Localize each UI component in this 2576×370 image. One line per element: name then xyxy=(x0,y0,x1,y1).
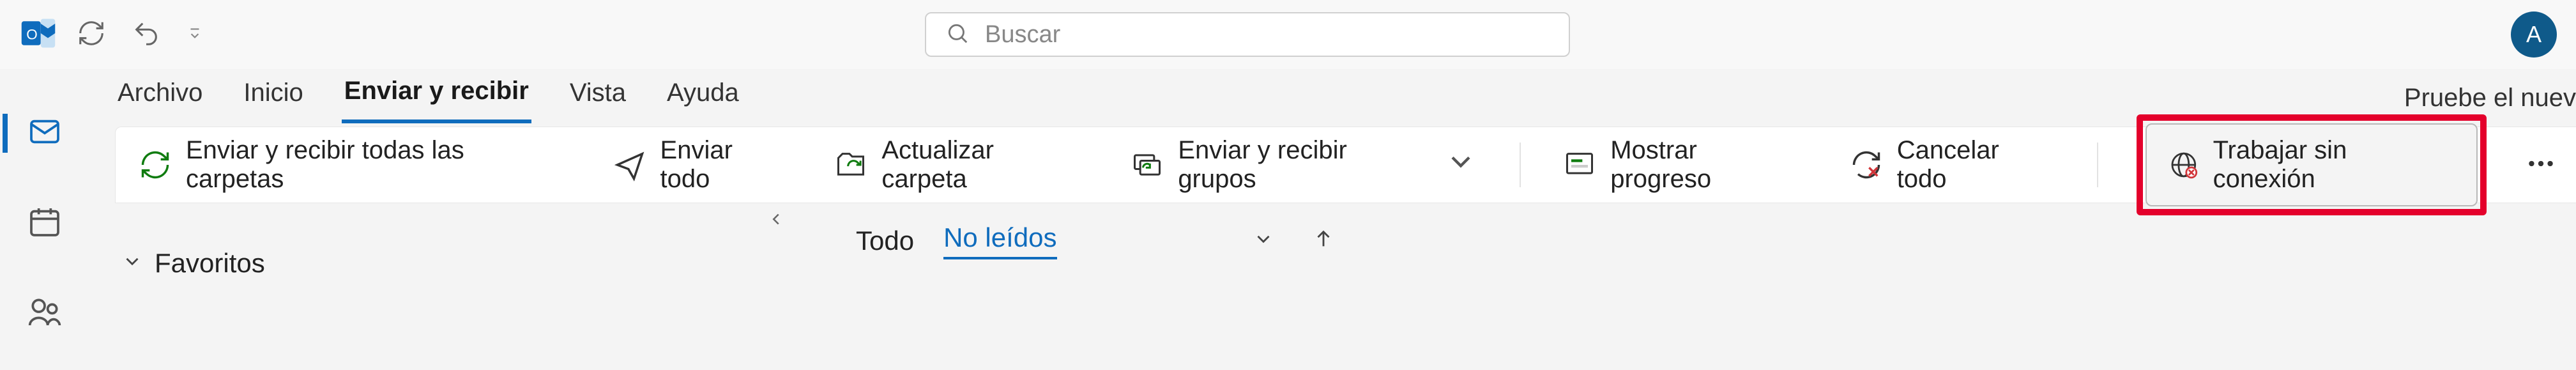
ribbon-more-icon[interactable] xyxy=(2525,148,2557,183)
title-bar: O Buscar A xyxy=(0,0,2576,69)
app-icon: O xyxy=(19,14,57,56)
show-progress-button[interactable]: Mostrar progreso xyxy=(1559,130,1807,200)
tab-ayuda[interactable]: Ayuda xyxy=(664,75,742,121)
message-filters: Todo No leídos xyxy=(856,222,2576,259)
filter-dropdown-icon[interactable] xyxy=(1253,226,1274,256)
svg-text:O: O xyxy=(26,26,38,42)
chevron-down-icon xyxy=(1444,145,1477,185)
tab-vista[interactable]: Vista xyxy=(567,75,629,121)
work-offline-highlight: Trabajar sin conexión xyxy=(2137,114,2487,215)
account-avatar[interactable]: A xyxy=(2511,12,2557,58)
folder-pane: Favoritos xyxy=(115,203,805,279)
send-receive-groups-button[interactable]: Enviar y recibir grupos xyxy=(1127,130,1481,200)
quick-access xyxy=(77,19,203,51)
customize-qat-icon[interactable] xyxy=(187,25,203,45)
app-rail xyxy=(0,69,89,370)
ribbon-divider xyxy=(2097,143,2098,187)
send-all-button[interactable]: Enviar todo xyxy=(609,130,793,200)
chevron-down-icon xyxy=(121,248,143,279)
people-rail-icon[interactable] xyxy=(27,294,63,333)
send-receive-all-button[interactable]: Enviar y recibir todas las carpetas xyxy=(135,130,571,200)
refresh-icon[interactable] xyxy=(77,19,106,51)
ribbon: Enviar y recibir todas las carpetas Envi… xyxy=(115,127,2576,203)
favorites-header[interactable]: Favoritos xyxy=(121,248,779,279)
mail-rail-icon[interactable] xyxy=(3,114,63,153)
tab-inicio[interactable]: Inicio xyxy=(241,75,305,121)
sort-arrow-icon[interactable] xyxy=(1313,226,1334,256)
filter-all[interactable]: Todo xyxy=(856,226,914,256)
filter-unread[interactable]: No leídos xyxy=(943,222,1056,259)
undo-icon[interactable] xyxy=(132,19,161,51)
cancel-all-button[interactable]: Cancelar todo xyxy=(1846,130,2059,200)
collapse-folder-pane-icon[interactable] xyxy=(766,210,786,232)
search-container: Buscar xyxy=(925,12,1570,57)
search-placeholder: Buscar xyxy=(985,21,1060,49)
try-new-outlook-label[interactable]: Pruebe el nuev xyxy=(2404,84,2576,112)
ribbon-divider xyxy=(1520,143,1521,187)
work-offline-button[interactable]: Trabajar sin conexión xyxy=(2145,123,2478,206)
search-icon xyxy=(945,21,970,49)
update-folder-button[interactable]: Actualizar carpeta xyxy=(830,130,1088,200)
search-box[interactable]: Buscar xyxy=(925,12,1570,57)
calendar-rail-icon[interactable] xyxy=(27,204,63,243)
tab-archivo[interactable]: Archivo xyxy=(115,75,205,121)
tab-enviar-recibir[interactable]: Enviar y recibir xyxy=(342,73,531,123)
